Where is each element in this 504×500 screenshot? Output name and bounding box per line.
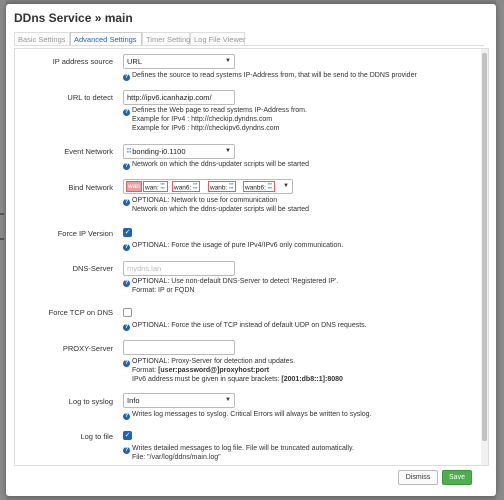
- background-right-edge: [496, 0, 504, 500]
- network-icon: ▪▪▪ ▪▪▪: [160, 181, 165, 190]
- bind-network-option-wanb[interactable]: wanb: ▪▪▪ ▪▪▪: [208, 181, 237, 192]
- modal-title: DDns Service » main: [14, 11, 133, 25]
- settings-panel[interactable]: IP address source URL ▼ ? Defines the sou…: [14, 48, 489, 466]
- question-circle-icon: ?: [123, 280, 130, 287]
- dns-server-help: ? OPTIONAL: Use non-default DNS-Server to…: [123, 278, 339, 294]
- dns-server-label: DNS-Server: [72, 264, 113, 273]
- tab-basic-settings[interactable]: Basic Settings: [14, 32, 70, 46]
- force-tcp-help: ? OPTIONAL: Force the use of TCP instead …: [123, 322, 367, 331]
- scrollbar-thumb[interactable]: [482, 53, 487, 441]
- force-tcp-checkbox[interactable]: [123, 308, 132, 317]
- url-detect-input[interactable]: http://ipv6.icanhazip.com/: [123, 90, 235, 105]
- proxy-input[interactable]: [123, 340, 235, 355]
- question-circle-icon: ?: [123, 74, 130, 81]
- proxy-help: ? OPTIONAL: Proxy-Server for detection an…: [123, 358, 343, 383]
- checkmark-icon: ✓: [124, 229, 131, 236]
- scrollbar[interactable]: [481, 49, 488, 465]
- question-circle-icon: ?: [123, 109, 130, 116]
- bind-network-option-wan6[interactable]: wan6: ▪▪▪ ▪▪▪: [172, 181, 201, 192]
- save-button[interactable]: Save: [442, 470, 472, 485]
- dns-server-input[interactable]: mydns.lan: [123, 261, 235, 276]
- url-detect-label: URL to detect: [67, 93, 113, 102]
- event-network-label: Event Network: [64, 147, 113, 156]
- background-tick: [0, 213, 4, 215]
- url-detect-help: ? Defines the Web page to read systems IP…: [123, 107, 307, 132]
- tab-advanced-settings[interactable]: Advanced Settings: [70, 32, 142, 46]
- proxy-label: PROXY-Server: [62, 344, 113, 353]
- question-circle-icon: ?: [123, 413, 130, 420]
- log-syslog-select[interactable]: Info ▼: [123, 393, 235, 408]
- force-ip-checkbox[interactable]: ✓: [123, 228, 132, 237]
- question-circle-icon: ?: [123, 324, 130, 331]
- tabs-divider: [14, 45, 484, 46]
- chevron-down-icon: ▼: [225, 397, 231, 403]
- ip-source-label: IP address source: [52, 57, 113, 66]
- log-file-label: Log to file: [80, 432, 113, 441]
- question-circle-icon: ?: [123, 447, 130, 454]
- network-icon: ▪▪▪ ▪▪▪: [127, 145, 132, 154]
- chevron-down-icon: ▼: [225, 58, 231, 64]
- force-tcp-label: Force TCP on DNS: [48, 308, 113, 317]
- dismiss-button[interactable]: Dismiss: [398, 470, 438, 485]
- bind-network-option-wanb6[interactable]: wanb6: ▪▪▪ ▪▪▪: [243, 181, 276, 192]
- log-file-checkbox[interactable]: ✓: [123, 431, 132, 440]
- question-circle-icon: ?: [123, 360, 130, 367]
- chevron-down-icon: ▼: [283, 183, 289, 189]
- ip-source-help: ? Defines the source to read systems IP-A…: [123, 72, 417, 81]
- force-ip-label: Force IP Version: [57, 229, 113, 238]
- tab-log-file-viewer[interactable]: Log File Viewer: [190, 32, 246, 46]
- log-file-help: ? Writes detailed messages to log file. F…: [123, 445, 354, 461]
- background-tick: [0, 238, 4, 240]
- ip-source-select[interactable]: URL ▼: [123, 54, 235, 69]
- force-ip-help: ? OPTIONAL: Force the usage of pure IPv4/…: [123, 242, 344, 251]
- log-syslog-label: Log to syslog: [68, 397, 113, 406]
- event-network-help: ? Network on which the ddns-updater scrip…: [123, 161, 310, 170]
- network-icon: ▪▪▪ ▪▪▪: [193, 181, 198, 190]
- network-icon: ▪▪▪ ▪▪▪: [267, 181, 273, 190]
- bind-network-help: ? OPTIONAL: Network to use for communicat…: [123, 197, 310, 213]
- question-circle-icon: ?: [123, 244, 130, 251]
- bind-network-option-wan-colon[interactable]: wan: ▪▪▪ ▪▪▪: [143, 181, 168, 192]
- checkmark-icon: ✓: [124, 432, 131, 439]
- chevron-down-icon: ▼: [225, 148, 231, 154]
- log-syslog-help: ? Writes log messages to syslog. Critical…: [123, 411, 372, 420]
- ddns-modal: DDns Service » main Basic Settings Advan…: [6, 4, 496, 496]
- network-icon: ▪▪▪ ▪▪▪: [229, 181, 234, 190]
- bind-network-select[interactable]: wan wan: ▪▪▪ ▪▪▪ wan6: ▪▪▪ ▪▪▪ wanb: ▪▪▪ ▪▪…: [123, 179, 293, 194]
- question-circle-icon: ?: [123, 163, 130, 170]
- event-network-select[interactable]: ▪▪▪ ▪▪▪bonding-i0.1100 ▼: [123, 144, 235, 159]
- tab-timer-settings[interactable]: Timer Settings: [142, 32, 194, 46]
- bind-network-option-wan[interactable]: wan: [126, 181, 142, 192]
- bind-network-label: Bind Network: [68, 183, 113, 192]
- question-circle-icon: ?: [123, 199, 130, 206]
- ip-source-value: URL: [127, 57, 143, 66]
